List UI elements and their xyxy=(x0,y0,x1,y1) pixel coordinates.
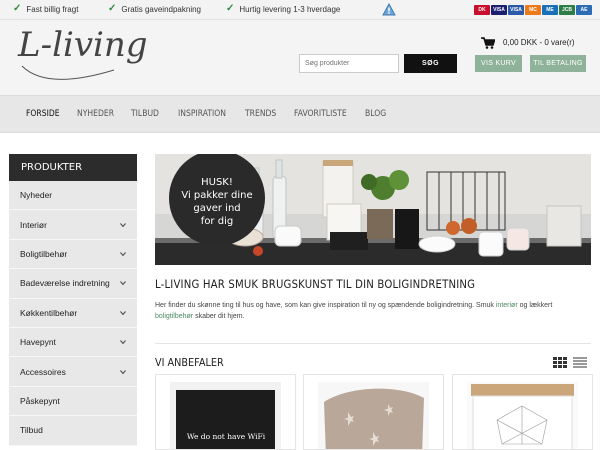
cart-icon[interactable] xyxy=(481,37,495,49)
view-cart-button[interactable]: VIS KURV xyxy=(475,55,522,72)
payment-cards: DK VISA VISA MC ME JCB AE xyxy=(474,5,592,15)
sidebar-item-label: Boligtilbehør xyxy=(20,248,68,259)
product-card[interactable] xyxy=(303,374,444,450)
sidebar-item[interactable]: Tilbud xyxy=(9,416,137,446)
cart-summary[interactable]: 0,00 DKK - 0 vare(r) xyxy=(503,38,575,47)
usp-text: Hurtig levering 1-3 hverdage xyxy=(239,4,341,14)
main-nav: FORSIDE NYHEDER TILBUD INSPIRATION TREND… xyxy=(0,95,600,133)
dankort-icon: DK xyxy=(474,5,490,15)
sidebar-item[interactable]: Nyheder xyxy=(9,181,137,211)
e-maerket-icon[interactable] xyxy=(382,3,396,16)
chevron-down-icon[interactable] xyxy=(120,369,126,375)
product-card[interactable] xyxy=(452,374,593,450)
sidebar-item-label: Havepynt xyxy=(20,337,56,348)
search-input[interactable] xyxy=(299,54,399,73)
hero-badge-line: HUSK! xyxy=(201,177,233,188)
sidebar-item-label: Påskepynt xyxy=(20,395,60,406)
nav-item-favoritliste[interactable]: FAVORITLISTE xyxy=(294,109,347,119)
site-logo[interactable]: L-living xyxy=(18,25,148,65)
site-header: L-living SØG 0,00 DKK - 0 vare(r) VIS KU… xyxy=(0,20,600,95)
product-caption: We do not have WiFi xyxy=(186,432,266,441)
grid-view-icon[interactable] xyxy=(553,357,567,368)
chevron-down-icon[interactable] xyxy=(120,310,126,316)
top-bar: ✓ Fast billig fragt ✓ Gratis gaveindpakn… xyxy=(0,0,600,20)
chevron-down-icon[interactable] xyxy=(120,251,126,257)
nav-item-trends[interactable]: TRENDS xyxy=(245,109,276,119)
sidebar-item[interactable]: Badeværelse indretning xyxy=(9,269,137,299)
checkmark-icon: ✓ xyxy=(13,3,22,14)
search-button[interactable]: SØG xyxy=(404,54,457,73)
maestro-icon: ME xyxy=(542,5,558,15)
hero-badge-line: for dig xyxy=(200,216,234,227)
checkmark-icon: ✓ xyxy=(108,3,117,14)
intro-text-part: og lækkert xyxy=(517,302,553,309)
checkout-button[interactable]: TIL BETALING xyxy=(530,55,586,72)
nav-item-nyheder[interactable]: NYHEDER xyxy=(77,109,114,119)
visa-icon: VISA xyxy=(491,5,507,15)
visa-electron-icon: VISA xyxy=(508,5,524,15)
product-card[interactable]: We do not have WiFi xyxy=(155,374,296,450)
checkmark-icon: ✓ xyxy=(226,3,235,14)
sidebar-item[interactable]: Interiør xyxy=(9,210,137,240)
mastercard-icon: MC xyxy=(525,5,541,15)
nav-item-blog[interactable]: BLOG xyxy=(365,109,386,119)
hero-badge-line: Vi pakker dine xyxy=(181,190,253,201)
sidebar-item-label: Nyheder xyxy=(20,190,53,201)
nav-item-tilbud[interactable]: TILBUD xyxy=(131,109,159,119)
sidebar-item[interactable]: Havepynt xyxy=(9,327,137,358)
list-view-icon[interactable] xyxy=(573,357,587,368)
sidebar-item[interactable]: Køkkentilbehør xyxy=(9,298,137,328)
sidebar-item-label: Badeværelse indretning xyxy=(20,278,110,289)
intro-text: Her finder du skønne ting til hus og hav… xyxy=(155,300,587,322)
sidebar-item[interactable]: Boligtilbehør xyxy=(9,239,137,270)
usp-giftwrap: ✓ Gratis gaveindpakning xyxy=(108,4,201,14)
nav-item-inspiration[interactable]: INSPIRATION xyxy=(178,109,226,119)
usp-text: Fast billig fragt xyxy=(26,4,79,14)
sidebar-item-label: Interiør xyxy=(20,219,47,230)
product-sidebar: PRODUKTER Nyheder Interiør Boligtilbehør Ba… xyxy=(9,154,137,446)
hero-badge-line: gaver ind xyxy=(193,203,241,214)
sidebar-title: PRODUKTER xyxy=(9,154,137,181)
intro-text-part: skaber dit hjem. xyxy=(193,313,245,320)
hero-banner[interactable]: HUSK! Vi pakker dine gaver ind for dig xyxy=(155,154,591,265)
product-image-geometric-print xyxy=(467,382,578,449)
sidebar-item-label: Køkkentilbehør xyxy=(20,307,78,318)
sidebar-item[interactable]: Accessoires xyxy=(9,357,137,387)
sidebar-item-label: Accessoires xyxy=(20,366,66,377)
nav-item-forside[interactable]: FORSIDE xyxy=(26,109,60,119)
jcb-icon: JCB xyxy=(559,5,575,15)
usp-shipping: ✓ Fast billig fragt xyxy=(13,4,78,14)
divider xyxy=(155,343,591,344)
intro-text-part: Her finder du skønne ting til hus og hav… xyxy=(155,302,496,309)
chevron-down-icon[interactable] xyxy=(120,222,126,228)
chevron-down-icon[interactable] xyxy=(120,339,126,345)
page-title: L-LIVING HAR SMUK BRUGSKUNST TIL DIN BOL… xyxy=(155,277,476,291)
sidebar-item[interactable]: Påskepynt xyxy=(9,386,137,417)
amex-icon: AE xyxy=(576,5,592,15)
usp-text: Gratis gaveindpakning xyxy=(121,4,201,14)
link-interior[interactable]: interiør xyxy=(496,302,518,309)
recommend-title: VI ANBEFALER xyxy=(155,356,224,369)
product-image-cushion xyxy=(318,382,429,449)
link-boligtilbehor[interactable]: boligtilbehør xyxy=(155,313,193,320)
sidebar-item-label: Tilbud xyxy=(20,425,43,436)
usp-delivery: ✓ Hurtig levering 1-3 hverdage xyxy=(226,4,340,14)
hero-badge: HUSK! Vi pakker dine gaver ind for dig xyxy=(173,176,261,228)
logo-swash xyxy=(21,65,115,80)
chevron-down-icon[interactable] xyxy=(120,280,126,286)
